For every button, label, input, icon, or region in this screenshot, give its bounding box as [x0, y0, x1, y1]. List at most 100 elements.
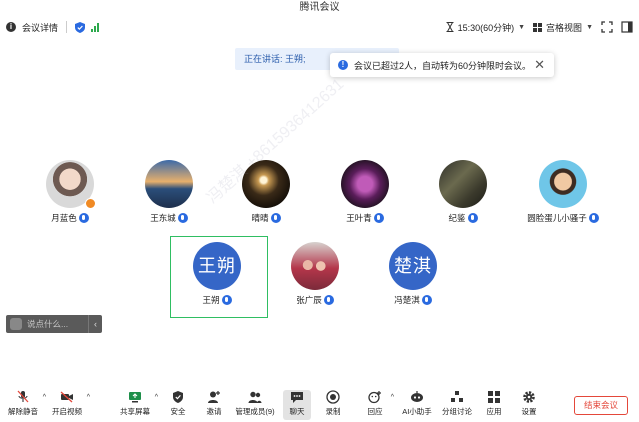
close-icon[interactable]: ✕ [534, 57, 545, 73]
participant-tile[interactable]: 王叶青 [320, 160, 410, 240]
chevron-up-icon[interactable]: ^ [155, 394, 158, 401]
chevron-left-icon[interactable]: ‹ [88, 315, 102, 333]
mic-icon [373, 213, 384, 223]
avatar: 楚淇 [389, 242, 437, 290]
avatar [439, 160, 487, 208]
view-mode-selector[interactable]: 宫格视图 ▼ [533, 21, 593, 34]
chat-bubble-icon [291, 392, 303, 403]
participant-tile[interactable]: 王东城 [124, 160, 214, 240]
share-screen-button[interactable]: 共享屏幕 ^ [118, 390, 158, 420]
add-user-icon [208, 391, 220, 403]
participant-tile[interactable]: 楚淇 冯楚淇 [368, 242, 458, 322]
security-button[interactable]: 安全 [166, 390, 190, 420]
meeting-timer[interactable]: 15:30(60分钟) ▼ [446, 21, 525, 34]
chevron-up-icon[interactable]: ^ [391, 394, 394, 401]
timer-text: 15:30(60分钟) [457, 22, 515, 33]
tool-label: 邀请 [206, 407, 222, 416]
chat-bubble-icon [10, 318, 22, 330]
participant-name-text: 冯楚淇 [394, 295, 420, 305]
network-signal-icon[interactable] [91, 22, 100, 32]
mic-muted-icon [17, 390, 29, 403]
tool-label: 开启视频 [52, 407, 82, 416]
tool-label: 录制 [325, 407, 341, 416]
mic-icon [270, 213, 281, 223]
participant-name-text: 圆脸蛋儿小骚子 [527, 213, 587, 223]
active-speaker-text: 正在讲话: 王朔; [244, 54, 306, 64]
chevron-up-icon[interactable]: ^ [87, 394, 90, 401]
breakout-rooms-button[interactable]: 分组讨论 [440, 390, 474, 420]
robot-icon [411, 391, 423, 402]
chat-placeholder: 说点什么... [27, 319, 69, 329]
members-icon [248, 391, 262, 403]
divider [66, 21, 68, 33]
manage-members-button[interactable]: 管理成员(9) [234, 390, 276, 420]
shield-icon [173, 391, 183, 403]
chat-button[interactable]: 聊天 [283, 390, 311, 420]
avatar [539, 160, 587, 208]
participant-name-text: 纪鉴 [448, 213, 466, 223]
top-bar: i 会议详情 15:30(60分钟) ▼ 宫格视图 ▼ [0, 16, 639, 38]
participant-name-text: 王叶青 [346, 213, 372, 223]
avatar [145, 160, 193, 208]
unmute-button[interactable]: 解除静音 ^ [6, 390, 46, 420]
apps-button[interactable]: 应用 [482, 390, 506, 420]
notification-toast: ! 会议已超过2人，自动转为60分钟限时会议。 ✕ [330, 53, 554, 77]
avatar [341, 160, 389, 208]
grid-view-icon [533, 22, 543, 32]
participant-name-text: 张广辰 [296, 295, 322, 305]
chevron-down-icon: ▼ [586, 23, 593, 31]
chevron-down-icon: ▼ [518, 23, 526, 31]
participant-name-text: 月蓝色 [51, 213, 77, 223]
chevron-up-icon[interactable]: ^ [43, 394, 46, 401]
chat-input[interactable]: 说点什么... ‹ [6, 315, 102, 333]
tool-label: 回应 [367, 407, 383, 416]
invite-button[interactable]: 邀请 [202, 390, 226, 420]
ai-assistant-button[interactable]: AI小助手 [400, 390, 434, 420]
participant-tile[interactable]: 晴晴 [221, 160, 311, 240]
record-button[interactable]: 录制 [320, 390, 346, 420]
tool-label: 应用 [486, 407, 502, 416]
tool-label: 解除静音 [8, 407, 38, 416]
participant-tile[interactable]: 纪鉴 [418, 160, 508, 240]
top-right-controls: 15:30(60分钟) ▼ 宫格视图 ▼ [446, 16, 633, 38]
sidebar-toggle-icon[interactable] [621, 21, 633, 33]
view-mode-label: 宫格视图 [546, 22, 583, 33]
toast-message: 会议已超过2人，自动转为60分钟限时会议。 [354, 60, 532, 71]
avatar: 王朔 [193, 242, 241, 290]
participant-name: 圆脸蛋儿小骚子 [518, 212, 608, 224]
share-screen-icon [129, 392, 141, 403]
participant-name-text: 王东城 [150, 213, 176, 223]
mic-icon [177, 213, 188, 223]
participant-name-text: 王朔 [202, 295, 220, 305]
gear-icon [523, 391, 535, 403]
avatar [291, 242, 339, 290]
window-title: 腾讯会议 [299, 2, 340, 13]
participant-name: 月蓝色 [25, 212, 115, 224]
participant-name: 纪鉴 [418, 212, 508, 224]
info-icon[interactable]: i [6, 22, 16, 32]
bottom-toolbar: 解除静音 ^ 开启视频 ^ 共享屏幕 ^ 安全 邀请 管理成员(9) 聊天 录制… [0, 388, 639, 422]
fullscreen-icon[interactable] [601, 21, 613, 33]
meeting-details-link[interactable]: 会议详情 [22, 21, 58, 34]
breakout-icon [451, 391, 463, 402]
start-video-button[interactable]: 开启视频 ^ [50, 390, 90, 420]
tool-label: 共享屏幕 [120, 407, 150, 416]
participant-name: 冯楚淇 [368, 294, 458, 306]
settings-button[interactable]: 设置 [517, 390, 541, 420]
react-button[interactable]: 回应 ^ [362, 390, 394, 420]
participant-name: 王东城 [124, 212, 214, 224]
tool-label: 安全 [170, 407, 186, 416]
participant-tile[interactable]: 王朔 王朔 [172, 242, 262, 322]
avatar [242, 160, 290, 208]
end-meeting-button[interactable]: 结束会议 [574, 396, 628, 415]
tool-label: 分组讨论 [442, 407, 472, 416]
participant-tile[interactable]: 张广辰 [270, 242, 360, 322]
tool-label: 设置 [521, 407, 537, 416]
apps-icon [488, 391, 500, 403]
participant-tile[interactable]: 月蓝色 [25, 160, 115, 240]
hourglass-icon [446, 22, 454, 32]
participant-tile[interactable]: 圆脸蛋儿小骚子 [518, 160, 608, 240]
info-icon: ! [338, 60, 348, 70]
record-icon [326, 390, 340, 404]
shield-icon[interactable] [75, 21, 86, 33]
